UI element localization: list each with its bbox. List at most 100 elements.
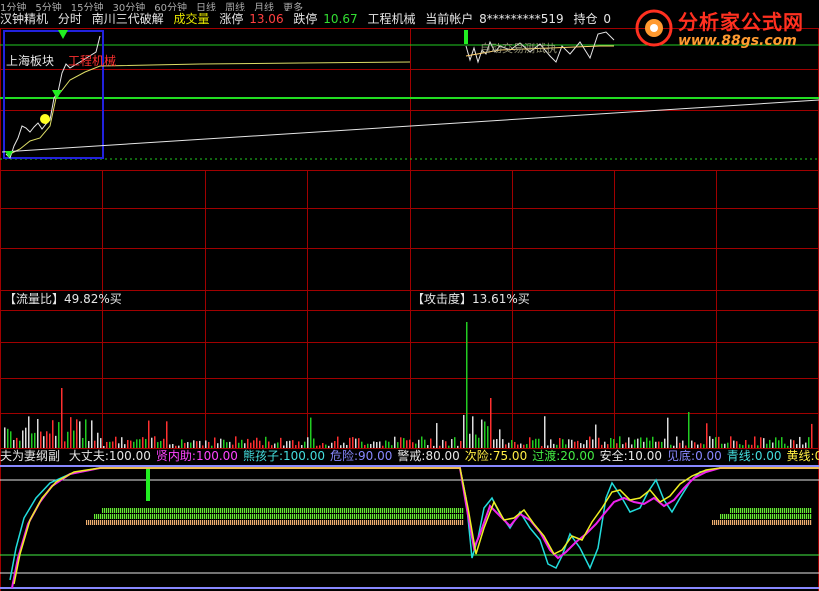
signal-band-tick (792, 514, 794, 519)
signal-band-tick (714, 520, 716, 525)
signal-band-tick (420, 520, 422, 525)
signal-band-tick (396, 508, 398, 513)
signal-band-tick (216, 520, 218, 525)
signal-band-tick (88, 520, 90, 525)
signal-band-tick (368, 514, 370, 519)
signal-band-tick (94, 520, 96, 525)
signal-band-tick (168, 508, 170, 513)
signal-band-tick (338, 508, 340, 513)
signal-band-tick (332, 520, 334, 525)
signal-band-tick (206, 514, 208, 519)
volume-bar (649, 440, 651, 448)
signal-band-tick (752, 508, 754, 513)
signal-band-tick (324, 514, 326, 519)
signal-band-tick (320, 514, 322, 519)
signal-band-tick (226, 514, 228, 519)
volume-bar (472, 416, 474, 448)
signal-band-tick (808, 514, 810, 519)
signal-band-tick (174, 508, 176, 513)
signal-band-tick (786, 514, 788, 519)
volume-bar (790, 439, 792, 448)
signal-band-tick (432, 508, 434, 513)
signal-band-tick (212, 508, 214, 513)
volume-bar (640, 437, 642, 448)
signal-band-tick (724, 514, 726, 519)
volume-bar (10, 431, 12, 448)
signal-band-tick (276, 508, 278, 513)
volume-bar (799, 436, 801, 448)
signal-band-tick (760, 520, 762, 525)
signal-band-tick (258, 508, 260, 513)
volume-bar (76, 419, 78, 448)
signal-band-tick (398, 508, 400, 513)
signal-band-tick (168, 514, 170, 519)
indicator-legend-label: 见底: (667, 449, 696, 463)
chart-area[interactable] (0, 28, 819, 591)
signal-band-tick (210, 514, 212, 519)
volume-bar (811, 423, 813, 448)
signal-band-tick (166, 520, 168, 525)
signal-band-tick (774, 508, 776, 513)
signal-band-tick (256, 508, 258, 513)
signal-band-tick (148, 508, 150, 513)
signal-band-tick (722, 520, 724, 525)
signal-marker (146, 469, 150, 501)
indicator-panel-name[interactable]: 夫为妻纲副 (0, 449, 60, 463)
volume-bar (91, 420, 93, 448)
signal-band-tick (254, 514, 256, 519)
signal-band-tick (258, 520, 260, 525)
signal-band-tick (134, 508, 136, 513)
signal-band-tick (130, 514, 132, 519)
signal-band-tick (442, 508, 444, 513)
signal-band-tick (262, 520, 264, 525)
signal-band-tick (800, 508, 802, 513)
signal-band-tick (734, 520, 736, 525)
formula-name[interactable]: 南川三代破解 (92, 12, 164, 26)
signal-band-tick (232, 520, 234, 525)
indicator-name[interactable]: 汉钟精机 (0, 12, 48, 26)
signal-band-tick (776, 514, 778, 519)
signal-band-tick (284, 508, 286, 513)
signal-band-tick (252, 514, 254, 519)
signal-band-tick (412, 520, 414, 525)
signal-band-tick (768, 520, 770, 525)
yellow-line (13, 467, 819, 585)
volume-bar (499, 429, 501, 448)
signal-band-tick (316, 508, 318, 513)
signal-band-tick (284, 520, 286, 525)
signal-band-tick (810, 514, 812, 519)
signal-band-tick (424, 514, 426, 519)
signal-band-tick (168, 520, 170, 525)
signal-band-tick (318, 508, 320, 513)
indicator-legend-value: 80.00 (425, 449, 460, 463)
signal-band-tick (204, 508, 206, 513)
signal-band-tick (320, 508, 322, 513)
signal-band-tick (778, 508, 780, 513)
signal-band-tick (162, 520, 164, 525)
signal-band-tick (768, 514, 770, 519)
signal-band-tick (372, 508, 374, 513)
signal-band-tick (744, 514, 746, 519)
signal-band-tick (164, 520, 166, 525)
signal-band-tick (796, 514, 798, 519)
signal-band-tick (416, 520, 418, 525)
signal-band-tick (136, 508, 138, 513)
signal-band-tick (312, 514, 314, 519)
volume-bar (745, 439, 747, 448)
volume-label: 成交量 (173, 12, 210, 26)
signal-band-tick (758, 520, 760, 525)
signal-band-tick (460, 514, 462, 519)
signal-band-tick (380, 508, 382, 513)
signal-band-tick (726, 514, 728, 519)
signal-band-tick (258, 514, 260, 519)
volume-bar (34, 432, 36, 448)
signal-band-tick (146, 520, 148, 525)
signal-band-tick (360, 520, 362, 525)
attack-label: 【攻击度】 (412, 292, 473, 306)
selection-box (3, 30, 104, 159)
signal-band-tick (728, 520, 730, 525)
signal-band-tick (124, 508, 126, 513)
signal-band-tick (274, 514, 276, 519)
indicator-panel (0, 465, 819, 589)
signal-band-tick (452, 508, 454, 513)
